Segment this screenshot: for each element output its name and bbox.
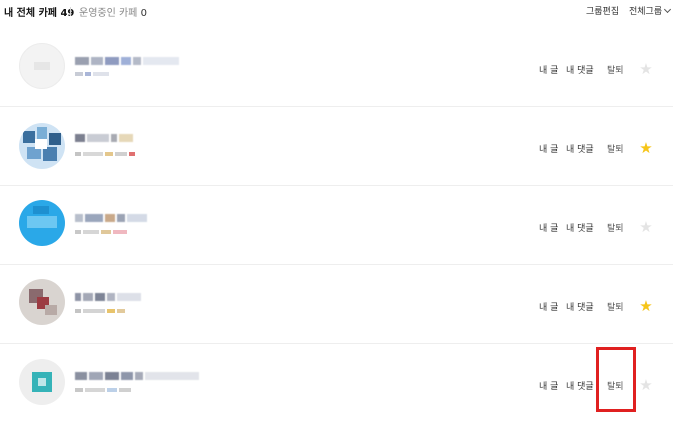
all-cafes-title: 내 전체 카페 49	[4, 8, 75, 19]
cafe-name-redacted[interactable]	[75, 214, 147, 222]
cafe-info-redacted	[75, 152, 135, 156]
cafe-info-redacted	[75, 230, 127, 234]
cafe-name-redacted[interactable]	[75, 293, 141, 301]
star-icon[interactable]: ★	[638, 377, 654, 393]
cafe-avatar[interactable]	[19, 123, 65, 169]
star-icon[interactable]: ★	[638, 298, 654, 314]
edit-groups-button[interactable]: 그룹편집	[586, 4, 619, 17]
my-posts-link[interactable]: 내 글	[539, 142, 558, 155]
cafe-avatar[interactable]	[19, 43, 65, 89]
chevron-down-icon	[664, 5, 672, 14]
cafe-info-redacted	[75, 309, 125, 313]
cafe-info-redacted	[75, 72, 109, 76]
my-comments-link[interactable]: 내 댓글	[566, 300, 594, 313]
star-icon[interactable]: ★	[638, 61, 654, 77]
my-posts-link[interactable]: 내 글	[539, 379, 558, 392]
cafe-row: 내 글 내 댓글 탈퇴 ★	[0, 108, 673, 186]
my-posts-link[interactable]: 내 글	[539, 300, 558, 313]
my-comments-link[interactable]: 내 댓글	[566, 221, 594, 234]
header-divider	[70, 7, 71, 16]
managed-cafes-link[interactable]: 운영중인 카페 0	[79, 4, 147, 19]
leave-cafe-button[interactable]: 탈퇴	[607, 300, 624, 313]
cafe-row: 내 글 내 댓글 탈퇴 ★	[0, 29, 673, 107]
my-comments-link[interactable]: 내 댓글	[566, 63, 594, 76]
highlight-annotation-box	[596, 347, 636, 412]
my-comments-link[interactable]: 내 댓글	[566, 142, 594, 155]
my-posts-link[interactable]: 내 글	[539, 221, 558, 234]
all-groups-dropdown[interactable]: 전체그룹	[629, 4, 672, 17]
cafe-name-redacted[interactable]	[75, 57, 179, 65]
leave-cafe-button[interactable]: 탈퇴	[607, 63, 624, 76]
managed-cafes-count: 0	[140, 8, 147, 19]
leave-cafe-button[interactable]: 탈퇴	[607, 221, 624, 234]
managed-cafes-label: 운영중인 카페	[79, 8, 138, 19]
cafe-row: 내 글 내 댓글 탈퇴 ★	[0, 266, 673, 344]
header-bar: 내 전체 카페 49 운영중인 카페 0 그룹편집 전체그룹	[0, 0, 700, 22]
cafe-info-redacted	[75, 388, 131, 392]
leave-cafe-button[interactable]: 탈퇴	[607, 142, 624, 155]
my-posts-link[interactable]: 내 글	[539, 63, 558, 76]
star-icon[interactable]: ★	[638, 140, 654, 156]
cafe-avatar[interactable]	[19, 200, 65, 246]
cafe-row: 내 글 내 댓글 탈퇴 ★	[0, 345, 673, 423]
all-groups-label: 전체그룹	[629, 7, 663, 17]
cafe-name-redacted[interactable]	[75, 372, 199, 380]
cafe-name-redacted[interactable]	[75, 134, 133, 142]
star-icon[interactable]: ★	[638, 219, 654, 235]
cafe-avatar[interactable]	[19, 359, 65, 405]
cafe-avatar[interactable]	[19, 279, 65, 325]
cafe-row: 내 글 내 댓글 탈퇴 ★	[0, 187, 673, 265]
my-comments-link[interactable]: 내 댓글	[566, 379, 594, 392]
